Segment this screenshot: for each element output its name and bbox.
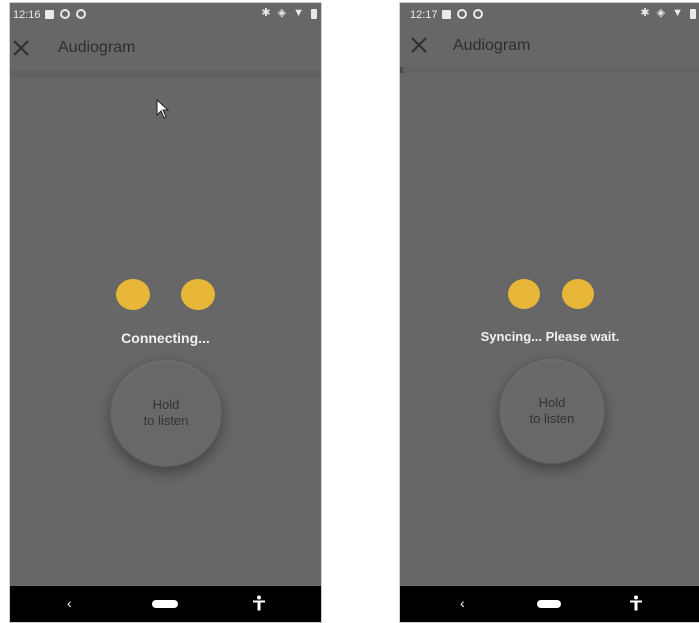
home-pill-icon[interactable] <box>152 600 178 608</box>
close-icon[interactable] <box>408 34 430 56</box>
notification-icon <box>442 9 451 19</box>
navigation-bar: ‹ <box>400 586 699 622</box>
bluetooth-icon: ✱ <box>640 7 650 19</box>
bluetooth-icon: ✱ <box>261 7 271 19</box>
progress-bar <box>10 70 321 78</box>
connection-status: Connecting... <box>121 330 210 346</box>
progress-fill <box>400 67 403 73</box>
to-listen-label: to listen <box>529 411 575 426</box>
accessibility-icon[interactable] <box>629 595 643 611</box>
progress-bar <box>400 67 699 73</box>
app-bar: Audiogram <box>400 29 699 71</box>
loading-dot <box>562 279 594 309</box>
settings-circle-icon <box>473 9 483 19</box>
status-time: 12:16 <box>13 9 41 21</box>
battery-icon <box>311 8 317 19</box>
hold-label: Hold <box>538 395 566 410</box>
app-title: Audiogram <box>453 37 531 54</box>
status-time: 12:17 <box>410 9 438 21</box>
settings-circle-icon <box>76 9 86 19</box>
loading-dots <box>10 279 321 313</box>
eye-icon: ◈ <box>656 7 666 19</box>
notification-icon <box>45 9 54 19</box>
accessibility-icon[interactable] <box>252 595 266 611</box>
app-title: Audiogram <box>58 39 136 56</box>
status-bar: 12:17 ✱ ◈ ▼ <box>400 3 699 29</box>
home-pill-icon[interactable] <box>537 600 561 608</box>
hold-to-listen-button[interactable]: Hold to listen <box>110 359 222 467</box>
wifi-icon: ▼ <box>672 7 683 19</box>
wifi-icon: ▼ <box>293 7 304 19</box>
battery-icon <box>690 8 696 19</box>
phone-screen-right: 12:17 ✱ ◈ ▼ Audiogram Syncing... Please … <box>399 2 699 623</box>
sync-icon <box>60 9 70 19</box>
to-listen-label: to listen <box>143 413 189 428</box>
hold-to-listen-button[interactable]: Hold to listen <box>499 358 605 464</box>
loading-dot <box>116 279 150 310</box>
back-icon[interactable]: ‹ <box>67 595 72 611</box>
loading-dot <box>508 279 540 309</box>
app-bar: Audiogram <box>10 29 321 71</box>
eye-icon: ◈ <box>277 7 287 19</box>
mouse-cursor-icon <box>156 99 170 119</box>
hold-label: Hold <box>152 397 180 412</box>
phone-screen-left: 12:16 ✱ ◈ ▼ Audiogram Connecting... Hold… <box>9 2 322 623</box>
status-bar: 12:16 ✱ ◈ ▼ <box>10 3 321 29</box>
loading-dot <box>181 279 215 310</box>
close-icon[interactable] <box>10 37 32 59</box>
loading-dots <box>400 279 699 313</box>
back-icon[interactable]: ‹ <box>460 595 465 611</box>
navigation-bar: ‹ <box>10 586 321 622</box>
sync-icon <box>457 9 467 19</box>
sync-status: Syncing... Please wait. <box>480 329 620 344</box>
